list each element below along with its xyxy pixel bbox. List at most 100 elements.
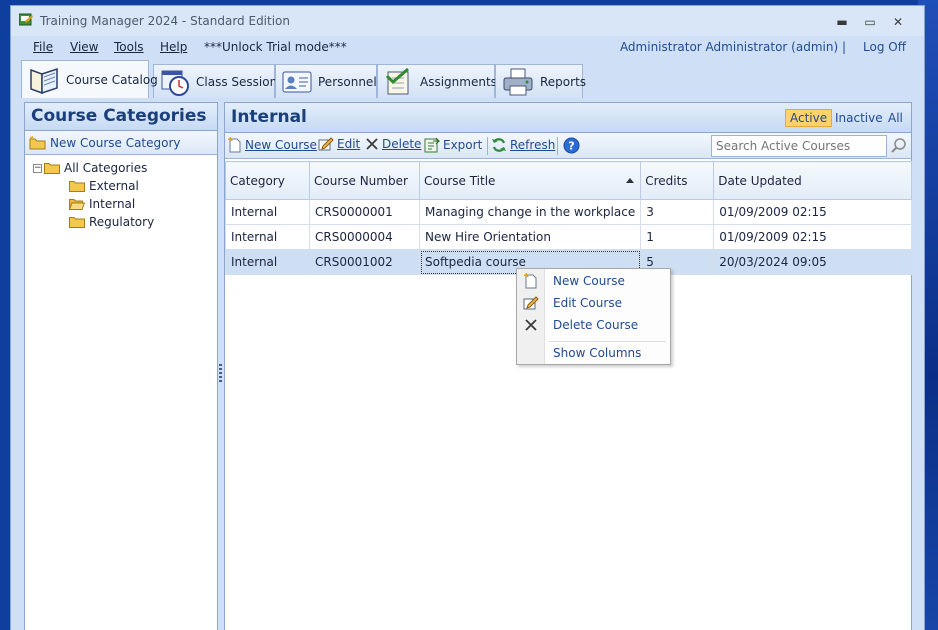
tree-node-internal[interactable]: Internal — [69, 195, 136, 213]
open-folder-icon — [69, 199, 85, 210]
tree-node-external[interactable]: External — [69, 177, 139, 195]
delete-x-icon — [517, 318, 545, 332]
tree-node-label: All Categories — [64, 161, 148, 175]
tab-label: Personnel — [318, 74, 377, 89]
cell-category: Internal — [225, 199, 310, 225]
refresh-label: Refresh — [510, 138, 556, 152]
id-card-icon — [282, 71, 312, 92]
splitter-grip — [219, 364, 222, 384]
menu-view-label: View — [70, 40, 99, 54]
close-button[interactable]: ✕ — [884, 12, 912, 32]
col-header-course-number[interactable]: Course Number — [309, 161, 420, 200]
book-icon — [30, 67, 58, 94]
main-tabs: Course Catalog Class Sessions Personnel — [11, 58, 924, 98]
folder-icon — [44, 163, 60, 174]
col-header-category[interactable]: Category — [225, 161, 310, 200]
table-row[interactable]: Internal CRS0000001 Managing change in t… — [225, 199, 912, 225]
cell-course-number: CRS0000001 — [309, 199, 420, 225]
cell-date-updated: 20/03/2024 09:05 — [713, 249, 912, 275]
cell-course-number: CRS0000004 — [309, 224, 420, 250]
new-category-label: New Course Category — [50, 135, 181, 150]
tab-course-catalog[interactable]: Course Catalog — [21, 60, 158, 98]
ctx-label: Edit Course — [553, 296, 622, 310]
cell-course-number: CRS0001002 — [309, 249, 420, 275]
folder-icon — [69, 181, 85, 192]
ctx-show-columns[interactable]: Show Columns — [517, 342, 670, 364]
ctx-label: New Course — [553, 274, 625, 288]
filter-active[interactable]: Active — [785, 109, 833, 127]
cell-credits: 1 — [640, 224, 715, 250]
tab-personnel[interactable]: Personnel — [275, 64, 377, 98]
toolbar-separator — [487, 137, 488, 155]
help-icon: ? — [563, 137, 580, 154]
courses-toolbar: New Course Edit Delete Export Refresh ? … — [225, 133, 911, 159]
ctx-label: Show Columns — [553, 346, 642, 360]
window-title: Training Manager 2024 - Standard Edition — [40, 14, 291, 28]
edit-course-button[interactable]: Edit — [318, 137, 360, 151]
filter-inactive[interactable]: Inactive — [831, 110, 887, 126]
new-course-button[interactable]: New Course — [228, 137, 317, 153]
new-folder-icon — [29, 135, 46, 149]
refresh-icon — [492, 138, 506, 152]
minimize-button[interactable]: ▬ — [828, 12, 856, 32]
new-document-icon — [517, 273, 545, 289]
cell-credits: 3 — [640, 199, 715, 225]
col-header-credits[interactable]: Credits — [640, 161, 715, 200]
delete-x-icon — [366, 138, 378, 150]
menu-bar: File View Tools Help ***Unlock Trial mod… — [11, 36, 924, 58]
category-title: Internal — [231, 107, 307, 127]
table-row[interactable]: Internal CRS0000004 New Hire Orientation… — [225, 224, 912, 250]
tab-label: Assignments — [420, 74, 497, 89]
tab-reports[interactable]: Reports — [495, 64, 587, 98]
cell-course-title: New Hire Orientation — [418, 224, 642, 250]
refresh-button[interactable]: Refresh — [491, 137, 555, 153]
courses-grid: Category Course Number Course Title Cred… — [225, 161, 912, 275]
svg-text:?: ? — [568, 140, 574, 153]
menu-file[interactable]: File — [33, 40, 53, 54]
app-icon — [19, 13, 33, 26]
cell-category: Internal — [225, 249, 310, 275]
tab-assignments[interactable]: Assignments — [377, 64, 497, 98]
ctx-delete-course[interactable]: Delete Course — [517, 314, 670, 336]
logoff-link[interactable]: Log Off — [863, 40, 906, 54]
tab-label: Course Catalog — [66, 72, 158, 87]
tree-node-regulatory[interactable]: Regulatory — [69, 213, 154, 231]
toolbar-separator — [557, 137, 558, 155]
help-button[interactable]: ? — [563, 137, 583, 154]
courses-pane: Internal Active Inactive All New Course — [224, 102, 912, 630]
categories-pane: Course Categories New Course Category − … — [24, 102, 218, 630]
export-label: Export — [443, 138, 483, 152]
cell-date-updated: 01/09/2009 02:15 — [713, 199, 912, 225]
ctx-new-course[interactable]: New Course — [517, 270, 670, 292]
tree-node-label: Regulatory — [89, 215, 155, 229]
maximize-button[interactable]: ▭ — [856, 12, 884, 32]
col-header-course-title-label: Course Title — [424, 173, 496, 188]
col-header-date-updated[interactable]: Date Updated — [713, 161, 912, 200]
delete-course-button[interactable]: Delete — [365, 137, 421, 151]
tab-label: Reports — [540, 74, 587, 89]
tab-class-sessions[interactable]: Class Sessions — [153, 64, 283, 98]
folder-icon — [69, 217, 85, 228]
menu-unlock-trial[interactable]: ***Unlock Trial mode*** — [204, 40, 347, 54]
search-input[interactable] — [711, 135, 887, 157]
new-category-button[interactable]: New Course Category — [25, 131, 217, 155]
menu-tools[interactable]: Tools — [114, 40, 144, 54]
search-icon[interactable] — [890, 137, 908, 155]
new-course-label: New Course — [245, 138, 317, 152]
menu-help[interactable]: Help — [160, 40, 187, 54]
export-button[interactable]: Export — [424, 137, 482, 153]
filter-all[interactable]: All — [884, 110, 907, 126]
cell-date-updated: 01/09/2009 02:15 — [713, 224, 912, 250]
category-tree: − All Categories External Internal Regul… — [25, 155, 217, 229]
cell-course-title: Managing change in the workplace — [418, 199, 642, 225]
categories-title: Course Categories — [25, 103, 217, 131]
menu-view[interactable]: View — [70, 40, 98, 54]
tree-node-all-categories[interactable]: − All Categories — [33, 159, 147, 177]
col-header-course-title[interactable]: Course Title — [418, 161, 642, 200]
current-user: Administrator Administrator (admin) | — [619, 40, 846, 54]
ctx-edit-course[interactable]: Edit Course — [517, 292, 670, 314]
tree-expander[interactable]: − — [33, 163, 42, 173]
courses-header: Internal Active Inactive All — [225, 103, 911, 133]
export-icon — [424, 137, 440, 153]
new-document-icon — [228, 137, 241, 153]
